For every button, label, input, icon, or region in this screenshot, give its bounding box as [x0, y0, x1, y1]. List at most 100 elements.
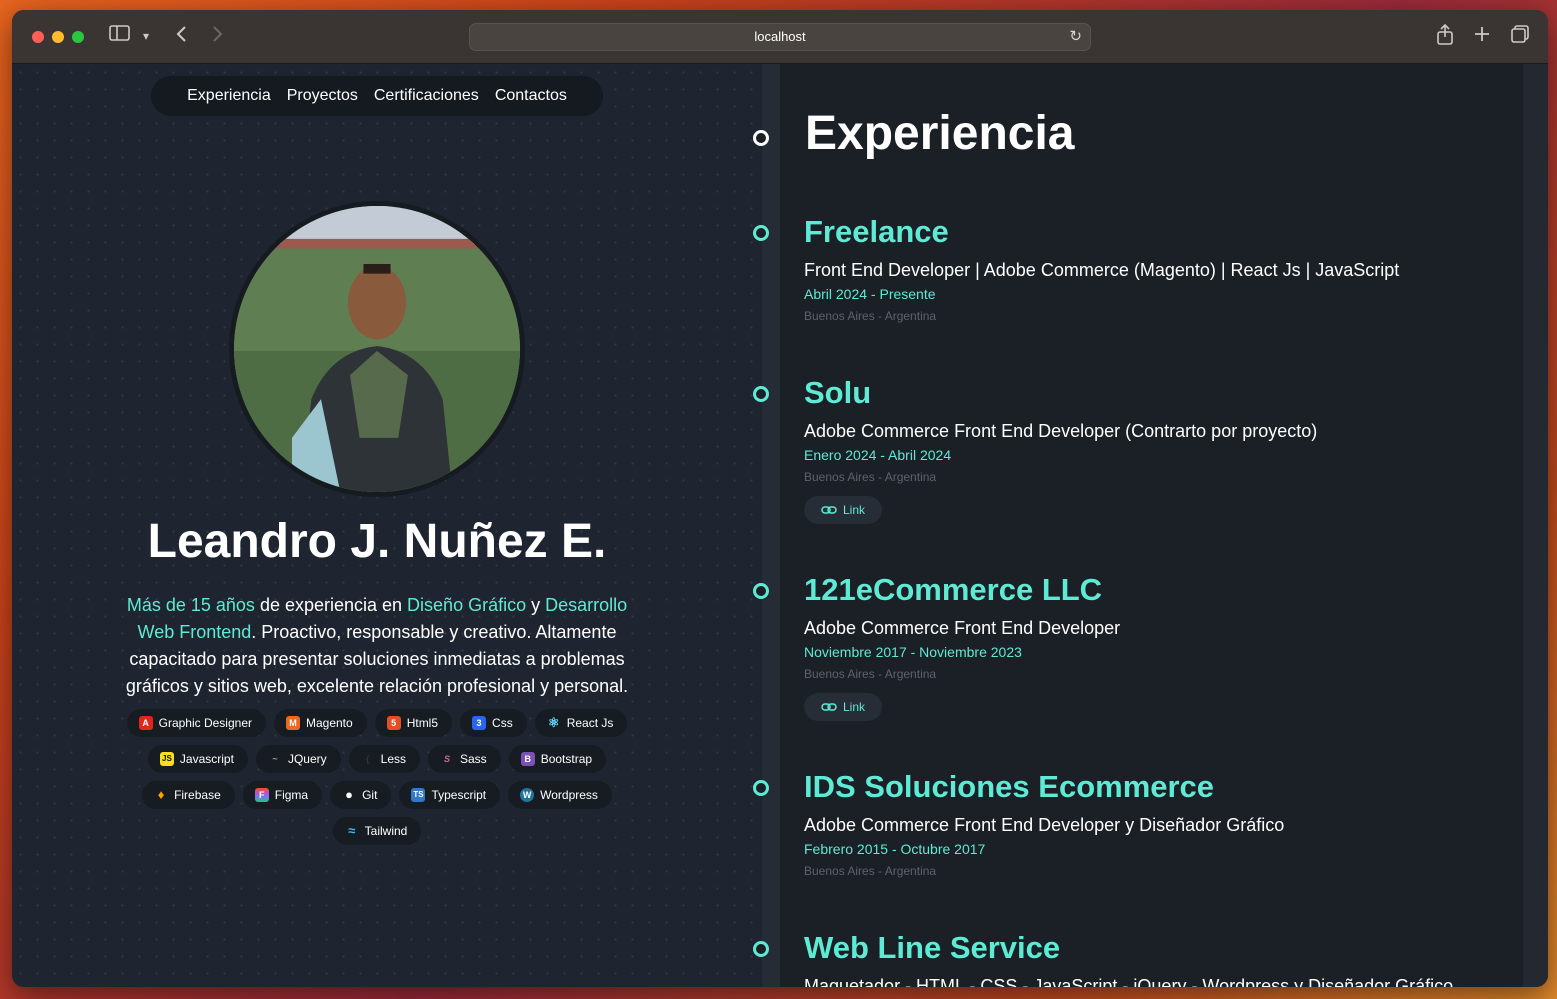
bio-text: de experiencia en	[254, 595, 408, 615]
bio-highlight-design: Diseño Gráfico	[407, 595, 527, 615]
skill-label: Firebase	[174, 788, 221, 802]
skill-label: Less	[380, 752, 406, 766]
timeline-node-icon	[753, 386, 769, 402]
skill-label: Graphic Designer	[158, 716, 252, 730]
skill-label: Magento	[305, 716, 353, 730]
job-location: Buenos Aires - Argentina	[804, 470, 937, 484]
main-nav: Experiencia Proyectos Certificaciones Co…	[151, 76, 603, 116]
skill-chip: 3 Css	[460, 709, 527, 737]
zoom-window-button[interactable]	[72, 31, 84, 43]
job-entry: Freelance Front End Developer | Adobe Co…	[804, 214, 1504, 324]
skill-chip: ≈ Tailwind	[332, 817, 422, 845]
address-bar[interactable]: localhost ↻	[469, 23, 1091, 51]
chevron-down-icon[interactable]: ▾	[143, 24, 149, 48]
browser-window: ▾ localhost ↻ Experiencia Proyectos Cert…	[12, 10, 1548, 987]
tailwind-icon: ≈	[348, 823, 356, 838]
new-tab-icon[interactable]	[1473, 24, 1491, 50]
skill-label: Typescript	[431, 788, 487, 802]
skill-chip: 5 Html5	[374, 709, 453, 737]
nav-link-proyectos[interactable]: Proyectos	[287, 87, 358, 105]
skill-chip: TS Typescript	[399, 781, 501, 809]
firebase-icon: ♦	[157, 787, 165, 802]
section-title-experiencia: Experiencia	[805, 107, 1075, 160]
bio-text: y	[526, 595, 546, 615]
job-date: Abril 2024 - Presente	[804, 286, 936, 302]
link-label: Link	[842, 700, 865, 714]
skill-chip: ● Git	[330, 781, 392, 809]
skills-list: A Graphic Designer M Magento 5 Html5 3 Css ⚛…	[122, 709, 632, 845]
job-company: Web Line Service	[804, 930, 1061, 965]
close-window-button[interactable]	[32, 31, 44, 43]
link-label: Link	[842, 503, 865, 517]
avatar-photo	[234, 206, 520, 492]
skill-label: Css	[492, 716, 513, 730]
sass-icon: S	[443, 754, 450, 764]
wordpress-icon: W	[520, 788, 535, 802]
reload-icon[interactable]: ↻	[1069, 24, 1082, 50]
job-role: Adobe Commerce Front End Developer (Cont…	[804, 421, 1318, 441]
skill-label: Javascript	[179, 752, 234, 766]
skill-chip: F Figma	[242, 781, 323, 809]
skill-chip: ♦ Firebase	[142, 781, 235, 809]
github-icon: ●	[345, 787, 354, 802]
url-text: localhost	[754, 29, 806, 44]
forward-arrow-icon[interactable]	[210, 24, 224, 50]
job-date: Noviembre 2017 - Noviembre 2023	[804, 644, 1022, 660]
timeline-node-icon	[753, 583, 769, 599]
skill-chip: { Less	[348, 745, 420, 773]
skill-chip: S Sass	[428, 745, 501, 773]
browser-toolbar: ▾ localhost ↻	[12, 10, 1548, 64]
skill-chip: ⚛ React Js	[534, 709, 628, 737]
skill-label: Tailwind	[364, 824, 408, 838]
css-icon: 3	[472, 716, 487, 730]
sidebar-toggle-icon[interactable]	[109, 24, 131, 48]
timeline-node-icon	[753, 225, 769, 241]
jquery-icon: ~	[272, 754, 278, 764]
nav-link-experiencia[interactable]: Experiencia	[187, 87, 271, 105]
skill-label: Figma	[274, 788, 309, 802]
nav-link-contactos[interactable]: Contactos	[495, 87, 567, 105]
react-icon: ⚛	[547, 715, 560, 730]
link-icon	[821, 506, 837, 514]
job-location: Buenos Aires - Argentina	[804, 864, 937, 878]
scrollbar-track[interactable]	[1523, 64, 1548, 987]
skill-label: Wordpress	[540, 788, 598, 802]
profile-panel: Experiencia Proyectos Certificaciones Co…	[12, 64, 762, 987]
job-entry: 121eCommerce LLC Adobe Commerce Front En…	[804, 572, 1504, 721]
magento-icon: M	[285, 716, 300, 730]
job-role: Maquetador - HTML - CSS - JavaScript - j…	[804, 976, 1454, 987]
timeline-node-icon	[753, 780, 769, 796]
job-company: IDS Soluciones Ecommerce	[804, 769, 1215, 804]
nav-link-certificaciones[interactable]: Certificaciones	[374, 87, 479, 105]
less-icon: {	[365, 754, 370, 764]
back-arrow-icon[interactable]	[175, 24, 189, 50]
job-company: Freelance	[804, 214, 949, 249]
bio-highlight-years: Más de 15 años	[126, 595, 255, 615]
skill-label: React Js	[566, 716, 614, 730]
job-link-button[interactable]: Link	[804, 496, 882, 524]
skill-chip: ~ JQuery	[255, 745, 341, 773]
job-role: Front End Developer | Adobe Commerce (Ma…	[804, 260, 1400, 280]
timeline-node-icon	[753, 941, 769, 957]
job-link-button[interactable]: Link	[804, 693, 882, 721]
skill-label: Bootstrap	[540, 752, 593, 766]
timeline-divider	[762, 64, 780, 987]
job-company: 121eCommerce LLC	[804, 572, 1103, 607]
minimize-window-button[interactable]	[52, 31, 64, 43]
job-entry: IDS Soluciones Ecommerce Adobe Commerce …	[804, 769, 1504, 879]
skill-chip: W Wordpress	[508, 781, 612, 809]
bootstrap-icon: B	[520, 752, 535, 766]
job-entry: Solu Adobe Commerce Front End Developer …	[804, 375, 1504, 524]
skill-label: Sass	[460, 752, 487, 766]
share-icon[interactable]	[1436, 23, 1454, 52]
profile-bio: Más de 15 años de experiencia en Diseño …	[122, 592, 632, 700]
skill-label: Git	[362, 788, 378, 802]
job-date: Febrero 2015 - Octubre 2017	[804, 841, 986, 857]
skill-chip: M Magento	[273, 709, 367, 737]
skill-chip: A Graphic Designer	[126, 709, 266, 737]
tab-overview-icon[interactable]	[1510, 24, 1530, 50]
figma-icon: F	[254, 788, 269, 802]
adobe-icon: A	[138, 716, 153, 730]
job-entry: Web Line Service Maquetador - HTML - CSS…	[804, 930, 1504, 987]
skill-label: JQuery	[287, 752, 327, 766]
